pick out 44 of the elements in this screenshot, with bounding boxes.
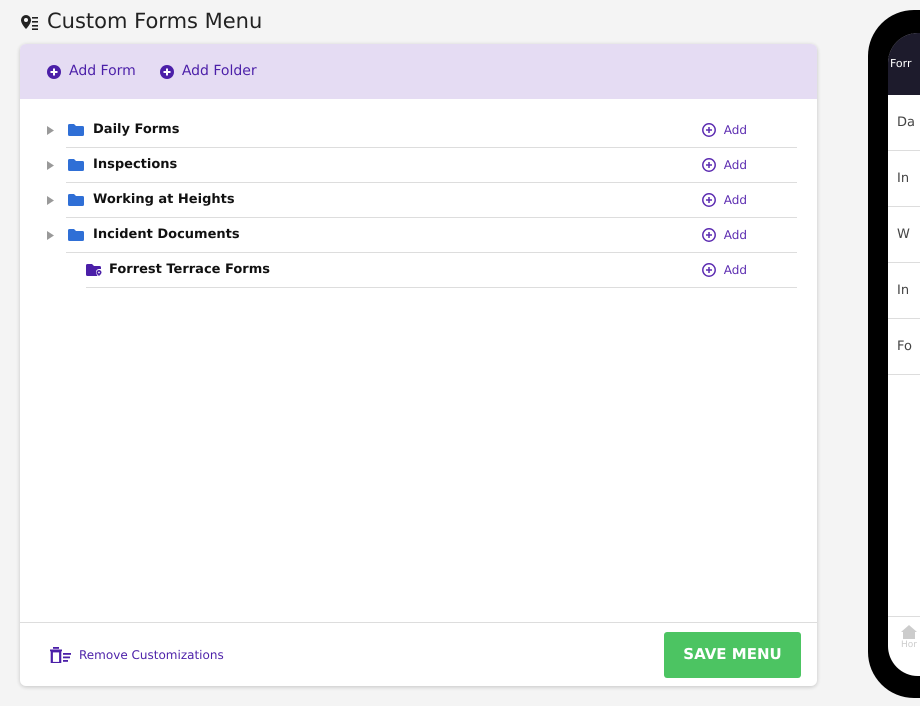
folder-icon — [68, 194, 84, 206]
expand-caret-icon[interactable] — [47, 231, 54, 240]
plus-circle-icon — [702, 193, 716, 207]
add-link[interactable]: Add — [702, 261, 747, 279]
page-title: Custom Forms Menu — [47, 8, 262, 36]
add-link[interactable]: Add — [702, 156, 747, 174]
folder-name[interactable]: Working at Heights — [93, 190, 235, 210]
plus-circle-icon — [702, 158, 716, 172]
remove-customizations-link[interactable]: Remove Customizations — [50, 646, 224, 664]
add-link[interactable]: Add — [702, 121, 747, 139]
add-link[interactable]: Add — [702, 226, 747, 244]
phone-item-label: Da — [897, 114, 915, 132]
folder-icon — [68, 124, 84, 136]
location-list-icon — [20, 14, 39, 30]
phone-item-label: W — [897, 226, 910, 244]
add-link[interactable]: Add Form — [47, 61, 136, 82]
phone-item-label: Fo — [897, 338, 912, 356]
expand-caret-icon[interactable] — [47, 196, 54, 205]
add-link[interactable]: Add Folder — [160, 61, 257, 82]
folder-pin-icon — [86, 264, 102, 276]
phone-item-label: In — [897, 170, 910, 188]
folder-icon — [68, 229, 84, 241]
phone-list-item[interactable]: In — [888, 151, 920, 207]
add-link[interactable]: Add — [702, 191, 747, 209]
plus-circle-icon — [702, 228, 716, 242]
folder-name[interactable]: Incident Documents — [93, 225, 240, 245]
folder-name[interactable]: Inspections — [93, 155, 178, 175]
folder-icon — [68, 159, 84, 171]
plus-circle-icon — [702, 263, 716, 277]
plus-circle-icon — [702, 123, 716, 137]
phone-list-item[interactable]: In — [888, 263, 920, 319]
folder-name[interactable]: Daily Forms — [93, 120, 180, 140]
plus-circle-icon — [160, 64, 174, 78]
trash-list-icon — [50, 646, 71, 662]
home-icon — [901, 625, 917, 639]
phone-list-item[interactable]: W — [888, 207, 920, 263]
plus-circle-icon — [47, 64, 61, 78]
phone-list-item[interactable]: Da — [888, 95, 920, 151]
expand-caret-icon[interactable] — [47, 126, 54, 135]
phone-header-title: Forr — [890, 56, 912, 72]
expand-caret-icon[interactable] — [47, 161, 54, 170]
phone-item-label: In — [897, 282, 910, 300]
phone-list-item[interactable]: Fo — [888, 319, 920, 375]
folder-name[interactable]: Forrest Terrace Forms — [109, 260, 270, 280]
